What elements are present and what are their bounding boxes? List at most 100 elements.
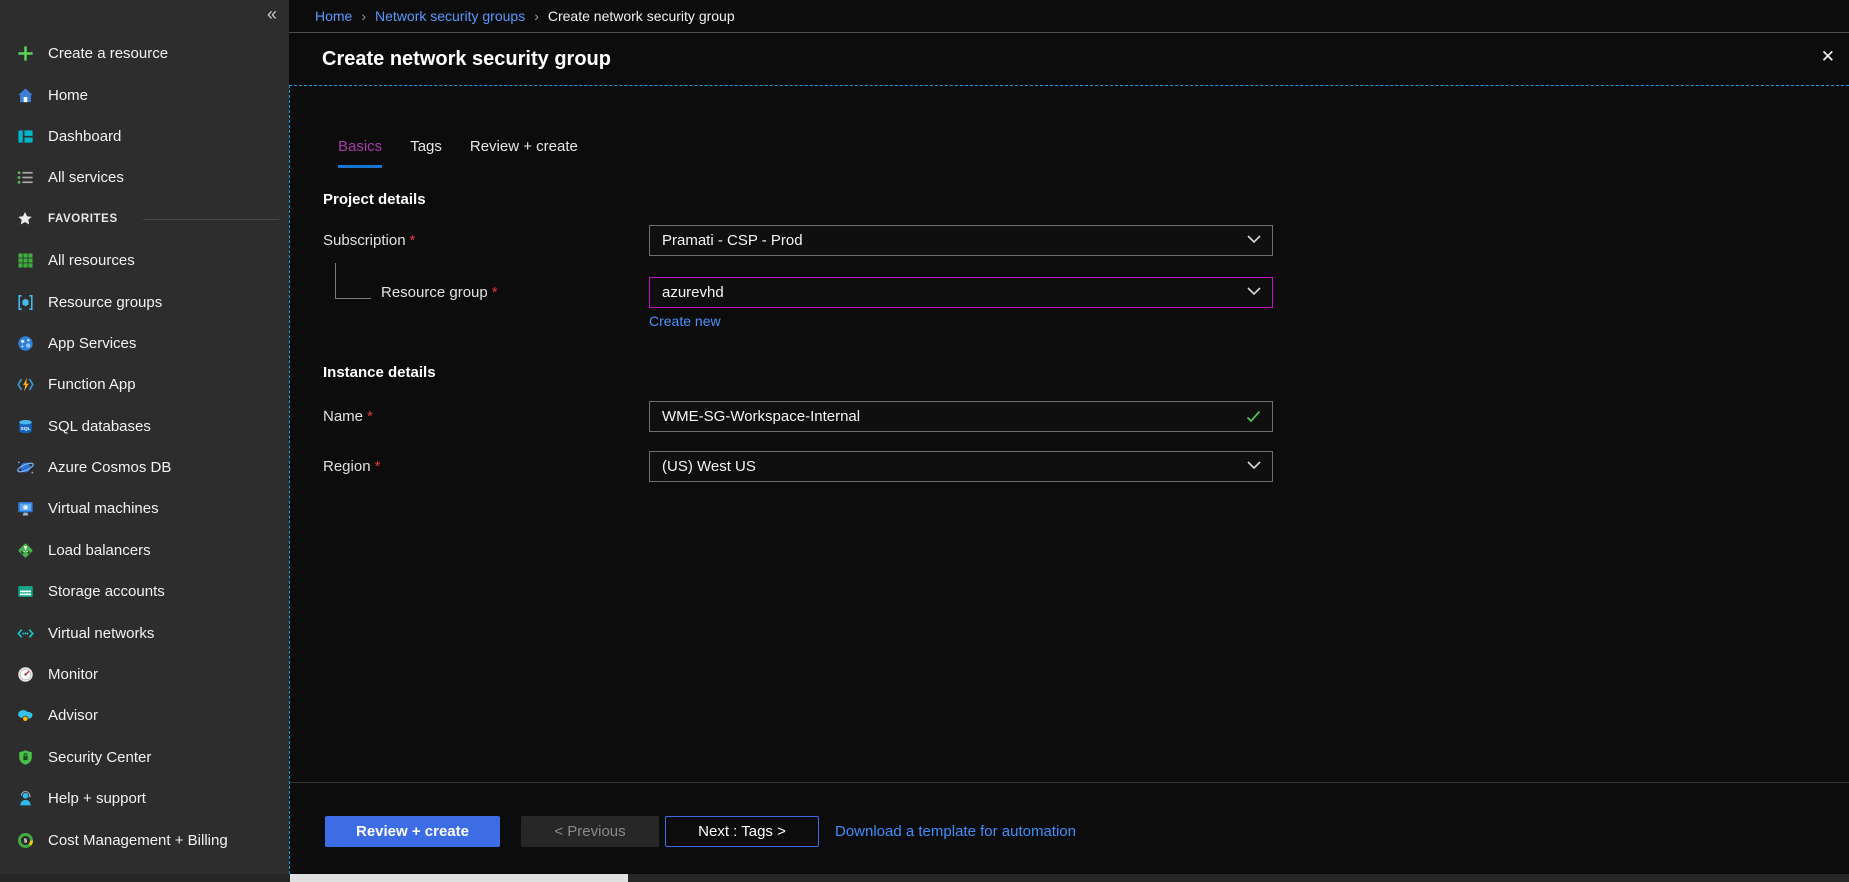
breadcrumb-separator-icon: › [361,8,366,24]
chevron-down-icon [1247,235,1261,244]
dashboard-icon [15,126,35,146]
sidebar-item-dashboard[interactable]: Dashboard [0,116,289,157]
region-label: Region* [323,458,380,475]
previous-button[interactable]: < Previous [521,816,659,847]
sidebar-item-label: All resources [48,252,135,269]
sidebar-item-label: SQL databases [48,418,151,435]
sidebar-item-label: Storage accounts [48,583,165,600]
subscription-label: Subscription* [323,232,415,249]
sidebar-item-label: Security Center [48,749,151,766]
monitor-icon [15,665,35,685]
breadcrumb-separator-icon: › [534,8,539,24]
breadcrumb-home-link[interactable]: Home [315,8,352,24]
sidebar-item-security-center[interactable]: Security Center [0,737,289,778]
required-asterisk: * [492,284,498,301]
app-services-icon [15,333,35,353]
required-asterisk: * [410,232,416,249]
create-new-link[interactable]: Create new [649,313,721,329]
resource-group-select[interactable]: azurevhd [649,277,1273,308]
resource-group-label: Resource group* [381,284,498,301]
sidebar-item-resource-groups[interactable]: Resource groups [0,281,289,322]
footer-divider [290,782,1849,783]
virtual-networks-icon [15,623,35,643]
tab-tags[interactable]: Tags [410,138,442,164]
sidebar-item-storage-accounts[interactable]: Storage accounts [0,571,289,612]
name-input-wrapper [649,401,1273,432]
advisor-icon [15,706,35,726]
svg-text:SQL: SQL [20,426,30,432]
subscription-value: Pramati - CSP - Prod [662,232,803,249]
tab-review-create[interactable]: Review + create [470,138,578,164]
sidebar-item-all-services[interactable]: All services [0,157,289,198]
sidebar-item-app-services[interactable]: App Services [0,323,289,364]
project-details-heading: Project details [323,191,426,208]
valid-check-icon [1246,410,1261,423]
footer-action-bar: Review + create < Previous Next : Tags >… [325,816,1076,847]
region-select[interactable]: (US) West US [649,451,1273,482]
sidebar-item-virtual-networks[interactable]: Virtual networks [0,612,289,653]
load-balancers-icon [15,540,35,560]
sidebar-item-function-app[interactable]: Function App [0,364,289,405]
sidebar-item-label: Home [48,87,88,104]
sidebar-item-advisor[interactable]: Advisor [0,695,289,736]
help-support-icon [15,789,35,809]
sidebar-item-label: All services [48,169,124,186]
sidebar-item-azure-cosmos-db[interactable]: Azure Cosmos DB [0,447,289,488]
sidebar-item-sql-databases[interactable]: SQL SQL databases [0,406,289,447]
sidebar-collapse-button[interactable]: « [267,4,277,25]
blade-header: Create network security group ✕ [289,34,1849,85]
sidebar-item-label: Help + support [48,790,146,807]
sidebar-section-favorites: FAVORITES [0,199,289,240]
home-icon [15,85,35,105]
download-template-link[interactable]: Download a template for automation [835,823,1076,840]
sidebar-item-virtual-machines[interactable]: Virtual machines [0,488,289,529]
sidebar-item-all-resources[interactable]: All resources [0,240,289,281]
tree-connector [335,263,371,299]
name-label: Name* [323,408,373,425]
close-icon[interactable]: ✕ [1821,47,1835,67]
page-title: Create network security group [322,48,611,71]
sidebar-item-cost-management-billing[interactable]: $ Cost Management + Billing [0,819,289,860]
azure-portal-window: « Create a resource Home Dashboard All s… [0,0,1849,882]
sidebar-item-monitor[interactable]: Monitor [0,654,289,695]
favorites-divider [143,219,279,220]
instance-details-heading: Instance details [323,364,436,381]
sidebar-item-create-a-resource[interactable]: Create a resource [0,33,289,74]
sidebar-item-label: App Services [48,335,136,352]
chevron-down-icon [1247,461,1261,470]
sidebar-nav: Create a resource Home Dashboard All ser… [0,33,289,861]
sidebar-item-help-support[interactable]: Help + support [0,778,289,819]
resource-groups-icon [15,292,35,312]
chevron-down-icon [1247,287,1261,296]
sidebar-item-load-balancers[interactable]: Load balancers [0,530,289,571]
breadcrumb-nsg-link[interactable]: Network security groups [375,8,525,24]
name-input[interactable] [662,408,1238,425]
next-tags-button[interactable]: Next : Tags > [665,816,819,847]
storage-accounts-icon [15,582,35,602]
all-services-icon [15,168,35,188]
sidebar-item-label: Advisor [48,707,98,724]
sidebar-item-label: Cost Management + Billing [48,832,228,849]
sidebar: « Create a resource Home Dashboard All s… [0,0,289,874]
sidebar-section-label: FAVORITES [48,213,118,225]
sidebar-item-label: Monitor [48,666,98,683]
resource-group-value: azurevhd [662,284,724,301]
horizontal-scrollbar-thumb[interactable] [290,874,628,882]
sidebar-item-label: Resource groups [48,294,162,311]
plus-icon [15,44,35,64]
review-create-button[interactable]: Review + create [325,816,500,847]
region-value: (US) West US [662,458,756,475]
subscription-select[interactable]: Pramati - CSP - Prod [649,225,1273,256]
create-nsg-form-panel: Basics Tags Review + create Project deta… [289,85,1849,874]
cost-management-icon: $ [15,830,35,850]
horizontal-scrollbar [0,874,1849,882]
sidebar-item-label: Load balancers [48,542,151,559]
star-icon [15,209,35,229]
sidebar-item-label: Virtual networks [48,625,154,642]
sidebar-item-label: Azure Cosmos DB [48,459,171,476]
breadcrumb-bar: Home › Network security groups › Create … [289,0,1849,33]
tab-basics[interactable]: Basics [338,138,382,164]
sidebar-item-home[interactable]: Home [0,74,289,115]
cosmos-db-icon [15,458,35,478]
sql-databases-icon: SQL [15,416,35,436]
